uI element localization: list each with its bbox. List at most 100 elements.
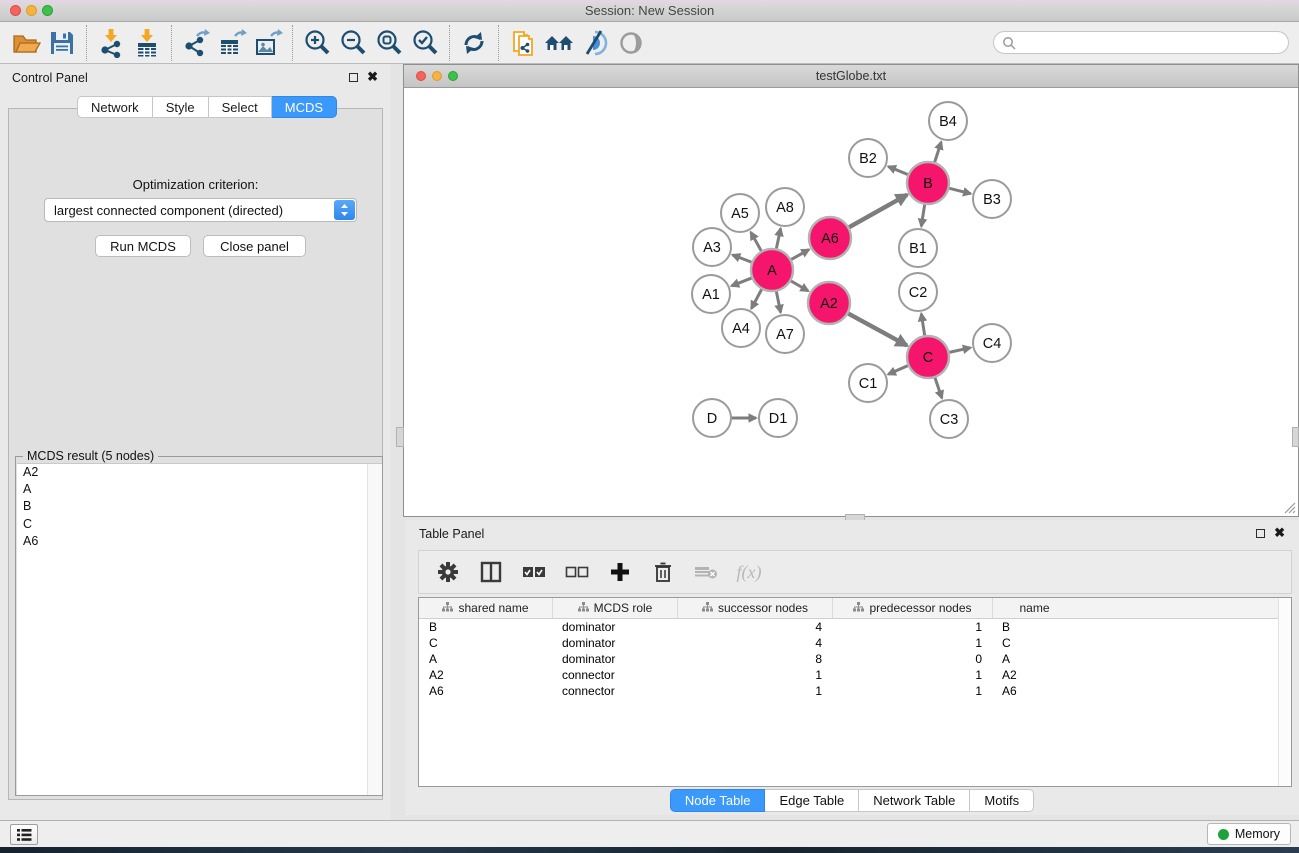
tab-style[interactable]: Style	[153, 96, 209, 118]
edge-A-A8[interactable]	[776, 229, 780, 250]
refresh-button[interactable]	[456, 26, 492, 60]
splitter-handle[interactable]	[1292, 427, 1299, 447]
delete-column-icon[interactable]	[650, 559, 676, 585]
gear-icon[interactable]	[435, 559, 461, 585]
result-item[interactable]: C	[17, 516, 382, 533]
select-all-icon[interactable]	[521, 559, 547, 585]
network-canvas[interactable]: B4 B2 B B3 A8A5 A6 A3 B1 A C2 A1 A2 A4A7 C4 C C1 D D1 C3	[404, 88, 1298, 516]
edge-C-C3[interactable]	[935, 377, 942, 398]
node-B1[interactable]: B1	[899, 229, 937, 267]
float-panel-icon[interactable]	[1256, 529, 1265, 538]
edge-B-B2[interactable]	[888, 167, 908, 175]
import-table-button[interactable]	[129, 26, 165, 60]
node-A8[interactable]: A8	[766, 188, 804, 226]
column-header-predecessor-nodes[interactable]: predecessor nodes	[832, 598, 992, 618]
tab-select[interactable]: Select	[209, 96, 272, 118]
edge-C-C1[interactable]	[888, 365, 909, 374]
duplicate-network-button[interactable]	[505, 26, 541, 60]
search-input[interactable]	[993, 31, 1289, 54]
column-header-name[interactable]: name	[992, 598, 1076, 618]
edge-C-C2[interactable]	[921, 314, 925, 337]
run-mcds-button[interactable]: Run MCDS	[95, 235, 191, 257]
node-A7[interactable]: A7	[766, 315, 804, 353]
close-panel-icon[interactable]: ✖	[1274, 527, 1285, 539]
home-button[interactable]	[541, 26, 577, 60]
edge-A2-C[interactable]	[847, 313, 907, 345]
tab-motifs[interactable]: Motifs	[970, 789, 1034, 812]
node-D[interactable]: D	[693, 399, 731, 437]
edge-B-B4[interactable]	[934, 142, 941, 163]
edge-B-B1[interactable]	[921, 204, 925, 227]
table-row[interactable]: A6connector11A6	[419, 683, 1291, 699]
node-A3[interactable]: A3	[693, 228, 731, 266]
import-network-button[interactable]	[93, 26, 129, 60]
node-C1[interactable]: C1	[849, 364, 887, 402]
export-network-button[interactable]	[178, 26, 214, 60]
resize-grip-icon[interactable]	[1282, 500, 1296, 514]
function-builder-icon[interactable]: f(x)	[736, 559, 762, 585]
edge-C-C4[interactable]	[949, 348, 971, 353]
node-B3[interactable]: B3	[973, 180, 1011, 218]
add-column-icon[interactable]	[607, 559, 633, 585]
result-scrollbar[interactable]	[367, 464, 382, 795]
node-B[interactable]: B	[907, 162, 949, 204]
zoom-out-button[interactable]	[335, 26, 371, 60]
clear-table-icon[interactable]	[693, 559, 719, 585]
tab-mcds[interactable]: MCDS	[272, 96, 337, 118]
column-header-successor-nodes[interactable]: successor nodes	[677, 598, 832, 618]
node-A[interactable]: A	[751, 249, 793, 291]
result-item[interactable]: A	[17, 481, 382, 498]
zoom-selected-button[interactable]	[407, 26, 443, 60]
edge-A-A6[interactable]	[790, 250, 809, 260]
open-session-button[interactable]	[8, 26, 44, 60]
float-panel-icon[interactable]	[349, 73, 358, 82]
edge-A-A2[interactable]	[790, 281, 808, 292]
tab-edge-table[interactable]: Edge Table	[765, 789, 859, 812]
splitter-handle[interactable]	[396, 427, 404, 447]
edge-A-A3[interactable]	[733, 255, 753, 263]
result-item[interactable]: B	[17, 498, 382, 515]
hide-details-button[interactable]	[577, 26, 613, 60]
node-C2[interactable]: C2	[899, 273, 937, 311]
node-C[interactable]: C	[907, 336, 949, 378]
export-table-button[interactable]	[214, 26, 250, 60]
column-header-MCDS-role[interactable]: MCDS role	[552, 598, 677, 618]
close-panel-button[interactable]: Close panel	[203, 235, 306, 257]
edge-A-A5[interactable]	[751, 232, 762, 252]
result-item[interactable]: A6	[17, 533, 382, 550]
column-header-shared-name[interactable]: shared name	[419, 598, 552, 618]
export-image-button[interactable]	[250, 26, 286, 60]
node-A1[interactable]: A1	[692, 275, 730, 313]
edge-A-A4[interactable]	[751, 289, 762, 309]
node-A4[interactable]: A4	[722, 309, 760, 347]
node-C3[interactable]: C3	[930, 400, 968, 438]
zoom-fit-button[interactable]	[371, 26, 407, 60]
result-item[interactable]: A2	[17, 464, 382, 481]
node-A5[interactable]: A5	[721, 194, 759, 232]
mcds-result-list[interactable]: A2ABCA6	[17, 463, 382, 795]
column-layout-icon[interactable]	[478, 559, 504, 585]
close-panel-icon[interactable]: ✖	[367, 71, 378, 83]
node-B4[interactable]: B4	[929, 102, 967, 140]
edge-B-B3[interactable]	[948, 188, 970, 194]
show-details-button[interactable]	[613, 26, 649, 60]
table-scrollbar[interactable]	[1278, 598, 1291, 786]
memory-button[interactable]: Memory	[1207, 823, 1291, 845]
node-A2[interactable]: A2	[808, 282, 850, 324]
edge-A-A7[interactable]	[776, 291, 780, 313]
node-C4[interactable]: C4	[973, 324, 1011, 362]
node-D1[interactable]: D1	[759, 399, 797, 437]
criterion-dropdown[interactable]: largest connected component (directed)	[44, 198, 357, 222]
table-row[interactable]: Adominator80A	[419, 651, 1291, 667]
zoom-in-button[interactable]	[299, 26, 335, 60]
tab-network-table[interactable]: Network Table	[859, 789, 970, 812]
node-A6[interactable]: A6	[809, 217, 851, 259]
save-session-button[interactable]	[44, 26, 80, 60]
tab-node-table[interactable]: Node Table	[670, 789, 766, 812]
tab-network[interactable]: Network	[77, 96, 153, 118]
deselect-all-icon[interactable]	[564, 559, 590, 585]
task-history-button[interactable]	[10, 824, 38, 845]
edge-A6-B[interactable]	[848, 195, 907, 228]
table-row[interactable]: Bdominator41B	[419, 619, 1291, 635]
node-B2[interactable]: B2	[849, 139, 887, 177]
